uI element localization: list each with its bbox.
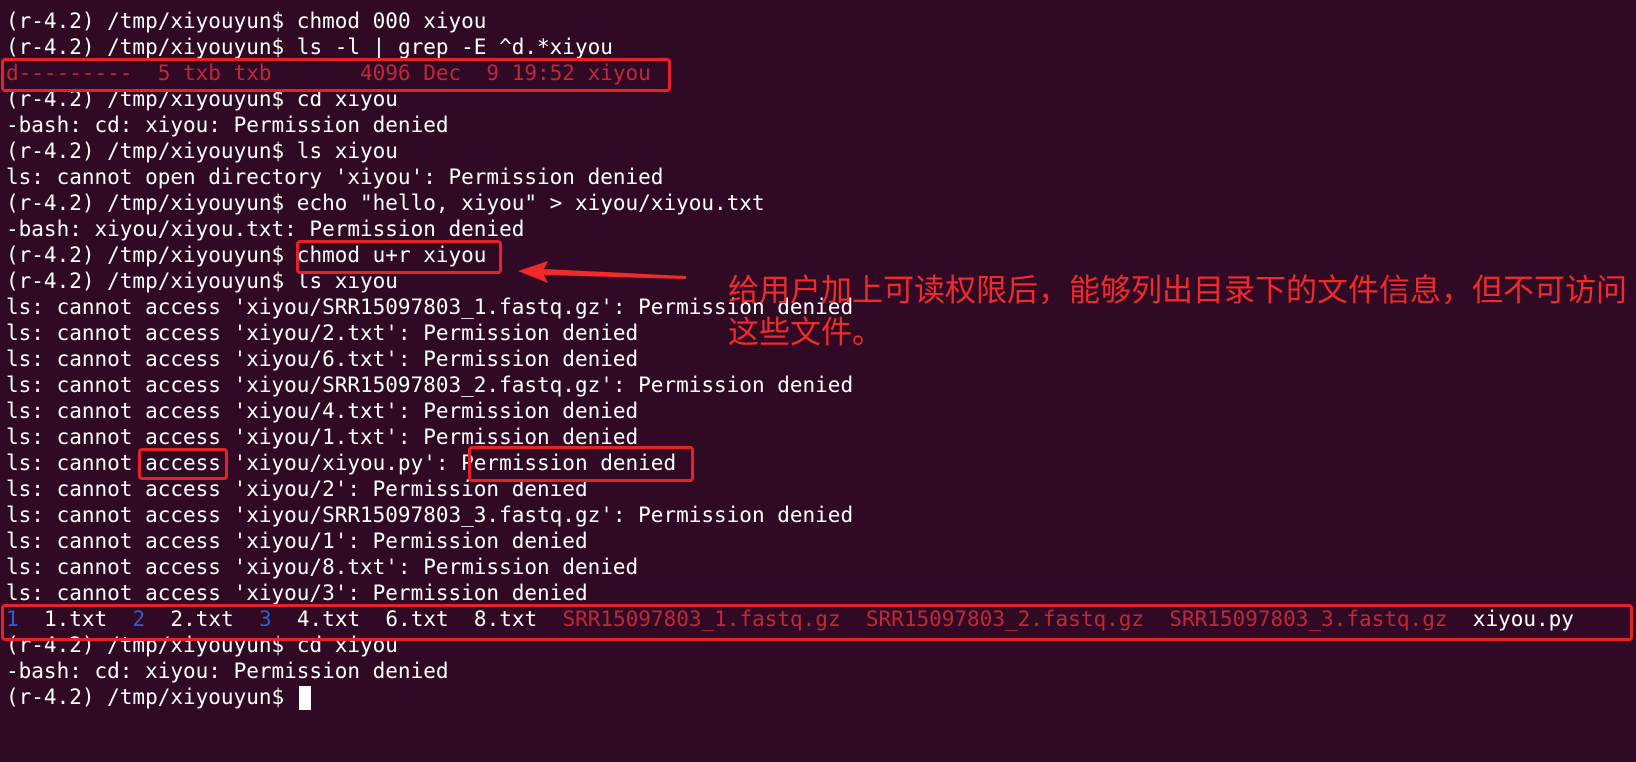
terminal-line: (r-4.2) /tmp/xiyouyun$ echo "hello, xiyo… (6, 190, 765, 217)
terminal-output: ls: cannot access 'xiyou/SRR15097803_1.f… (6, 295, 854, 319)
shell-prompt: (r-4.2) /tmp/xiyouyun$ (6, 269, 297, 293)
terminal-output: ls: cannot access 'xiyou/1': Permission … (6, 529, 588, 553)
text-cursor (298, 686, 311, 710)
shell-command: echo "hello, xiyou" > xiyou/xiyou.txt (296, 191, 765, 215)
arrow-left-icon (518, 261, 686, 283)
terminal-line: (r-4.2) /tmp/xiyouyun$ ls -l | grep -E ^… (6, 34, 613, 61)
highlight-box-directory-listing (1, 604, 1633, 641)
terminal-line-current[interactable]: (r-4.2) /tmp/xiyouyun$ (6, 684, 311, 711)
terminal-output: ls: cannot access 'xiyou/2.txt': Permiss… (6, 321, 639, 345)
shell-command: ls xiyou (296, 139, 398, 163)
shell-prompt: (r-4.2) /tmp/xiyouyun$ (6, 685, 297, 709)
terminal-line: (r-4.2) /tmp/xiyouyun$ chmod 000 xiyou (6, 8, 486, 35)
terminal-output: ls: cannot access 'xiyou/SRR15097803_3.f… (6, 503, 854, 527)
shell-prompt: (r-4.2) /tmp/xiyouyun$ (6, 9, 297, 33)
terminal-output: ls: cannot access 'xiyou/3': Permission … (6, 581, 588, 605)
terminal-output: ls: cannot open directory 'xiyou': Permi… (6, 165, 664, 189)
annotation-note: 给用户加上可读权限后，能够列出目录下的文件信息，但不可访问这些文件。 (728, 273, 1627, 351)
highlight-box-permission-denied (468, 446, 694, 482)
shell-prompt: (r-4.2) /tmp/xiyouyun$ (6, 35, 297, 59)
terminal-output: -bash: xiyou/xiyou.txt: Permission denie… (6, 217, 525, 241)
shell-prompt: (r-4.2) /tmp/xiyouyun$ (6, 243, 297, 267)
terminal-output: ls: cannot access 'xiyou/4.txt': Permiss… (6, 399, 639, 423)
terminal-output: -bash: cd: xiyou: Permission denied (6, 113, 449, 137)
highlight-box-access-word (138, 448, 228, 480)
highlight-box-directory-entry (1, 58, 671, 92)
terminal-output: ls: cannot access 'xiyou/6.txt': Permiss… (6, 347, 639, 371)
shell-prompt: (r-4.2) /tmp/xiyouyun$ (6, 191, 297, 215)
shell-command: chmod 000 xiyou (296, 9, 487, 33)
terminal-line: (r-4.2) /tmp/xiyouyun$ ls xiyou (6, 138, 398, 165)
terminal-window[interactable]: (r-4.2) /tmp/xiyouyun$ chmod 000 xiyou (… (0, 0, 1636, 762)
terminal-output: -bash: cd: xiyou: Permission denied (6, 659, 449, 683)
terminal-output: ls: cannot access 'xiyou/SRR15097803_2.f… (6, 373, 854, 397)
shell-prompt: (r-4.2) /tmp/xiyouyun$ (6, 139, 297, 163)
terminal-output: ls: cannot access 'xiyou/8.txt': Permiss… (6, 555, 639, 579)
highlight-box-chmod-command (296, 240, 502, 274)
shell-command: ls -l | grep -E ^d.*xiyou (296, 35, 613, 59)
